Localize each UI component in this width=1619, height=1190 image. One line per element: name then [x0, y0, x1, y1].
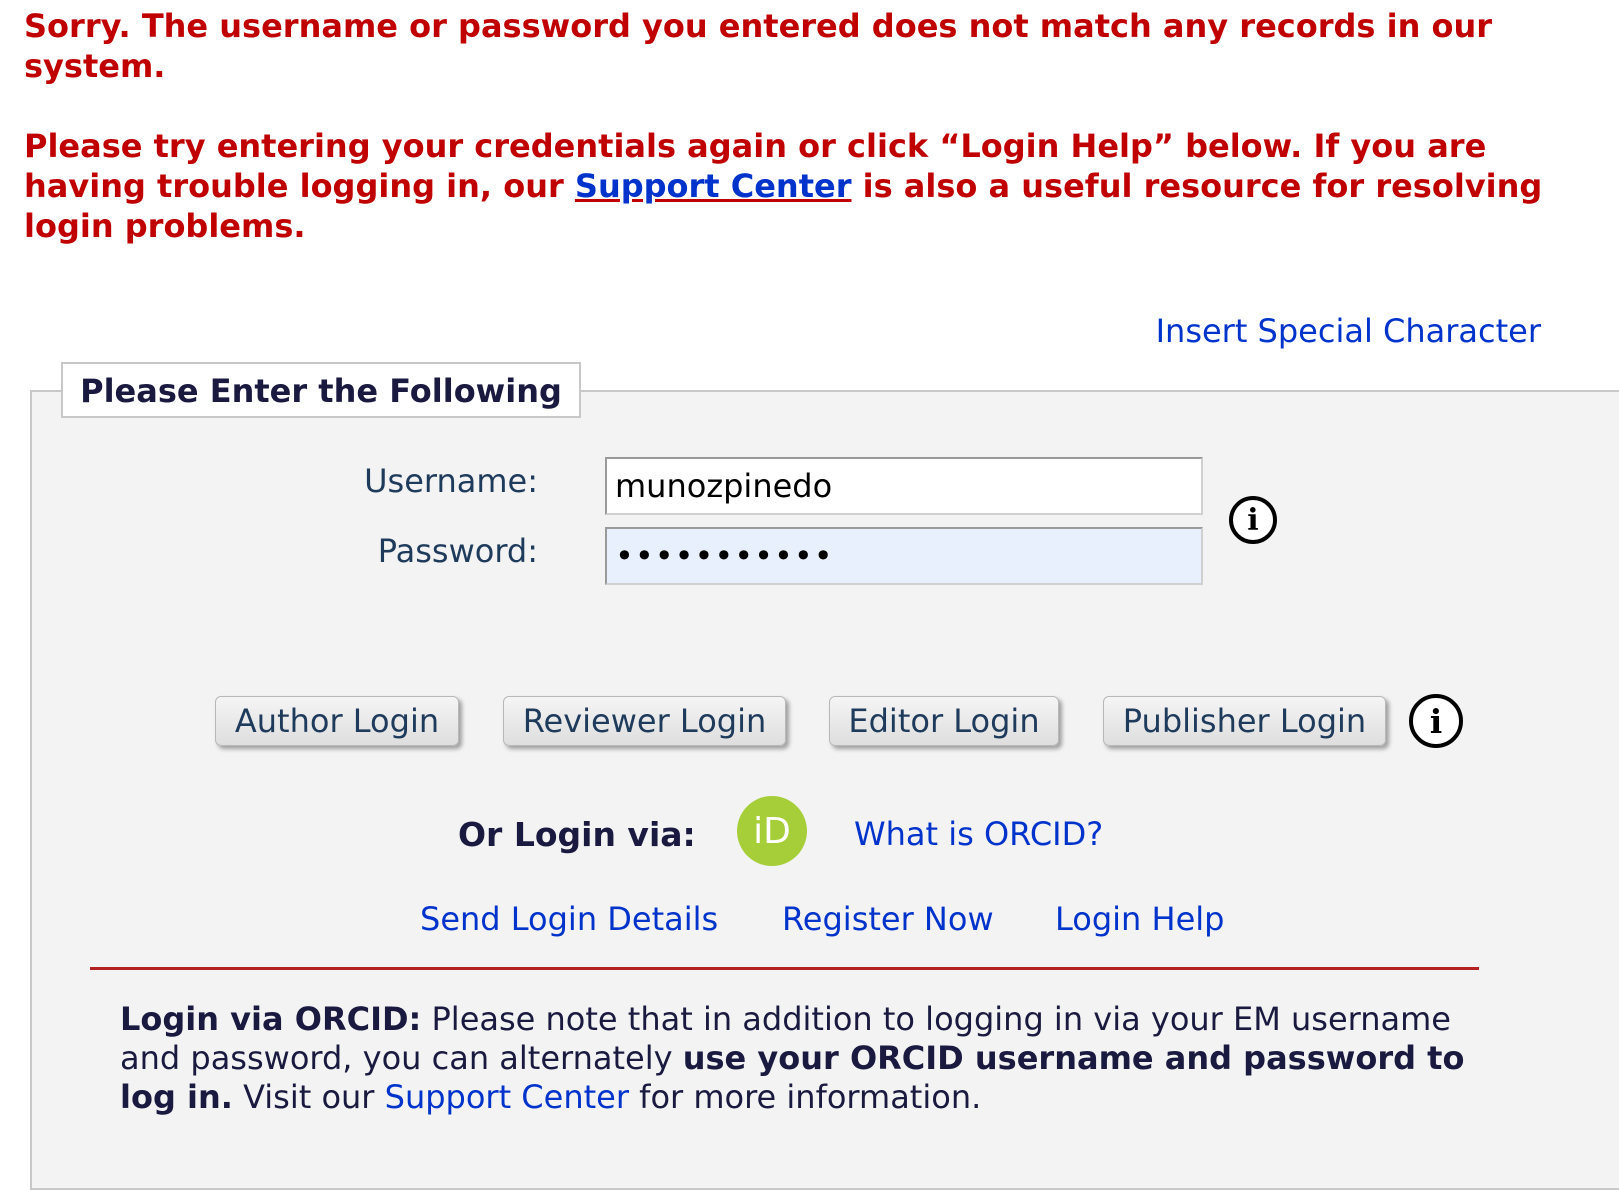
- form-legend: Please Enter the Following: [61, 362, 581, 418]
- note-text-2: Visit our: [232, 1078, 385, 1116]
- note-text-3: for more information.: [629, 1078, 982, 1116]
- login-roles-info-icon[interactable]: i: [1409, 694, 1463, 748]
- login-help-link[interactable]: Login Help: [1055, 900, 1224, 938]
- register-now-link[interactable]: Register Now: [782, 900, 994, 938]
- password-input[interactable]: [605, 527, 1203, 585]
- note-support-center-link[interactable]: Support Center: [385, 1078, 629, 1116]
- orcid-login-label: Or Login via:: [458, 815, 696, 854]
- error-line-1: Sorry. The username or password you ente…: [24, 7, 1493, 85]
- note-heading: Login via ORCID:: [120, 1000, 422, 1038]
- support-center-link[interactable]: Support Center: [575, 167, 852, 205]
- orcid-note: Login via ORCID: Please note that in add…: [120, 1000, 1520, 1117]
- password-label: Password:: [377, 532, 538, 570]
- credentials-info-icon[interactable]: i: [1229, 496, 1277, 544]
- what-is-orcid-link[interactable]: What is ORCID?: [854, 815, 1103, 853]
- username-label: Username:: [364, 462, 538, 500]
- publisher-login-button[interactable]: Publisher Login: [1103, 696, 1386, 746]
- orcid-icon[interactable]: iD: [737, 796, 807, 866]
- author-login-button[interactable]: Author Login: [215, 696, 459, 746]
- error-line-2: Please try entering your credentials aga…: [24, 126, 1584, 246]
- editor-login-button[interactable]: Editor Login: [829, 696, 1059, 746]
- section-divider: [90, 967, 1479, 970]
- reviewer-login-button[interactable]: Reviewer Login: [503, 696, 786, 746]
- insert-special-character-link[interactable]: Insert Special Character: [1156, 312, 1541, 350]
- error-message: Sorry. The username or password you ente…: [24, 6, 1584, 246]
- username-input[interactable]: [605, 457, 1203, 515]
- send-login-details-link[interactable]: Send Login Details: [420, 900, 718, 938]
